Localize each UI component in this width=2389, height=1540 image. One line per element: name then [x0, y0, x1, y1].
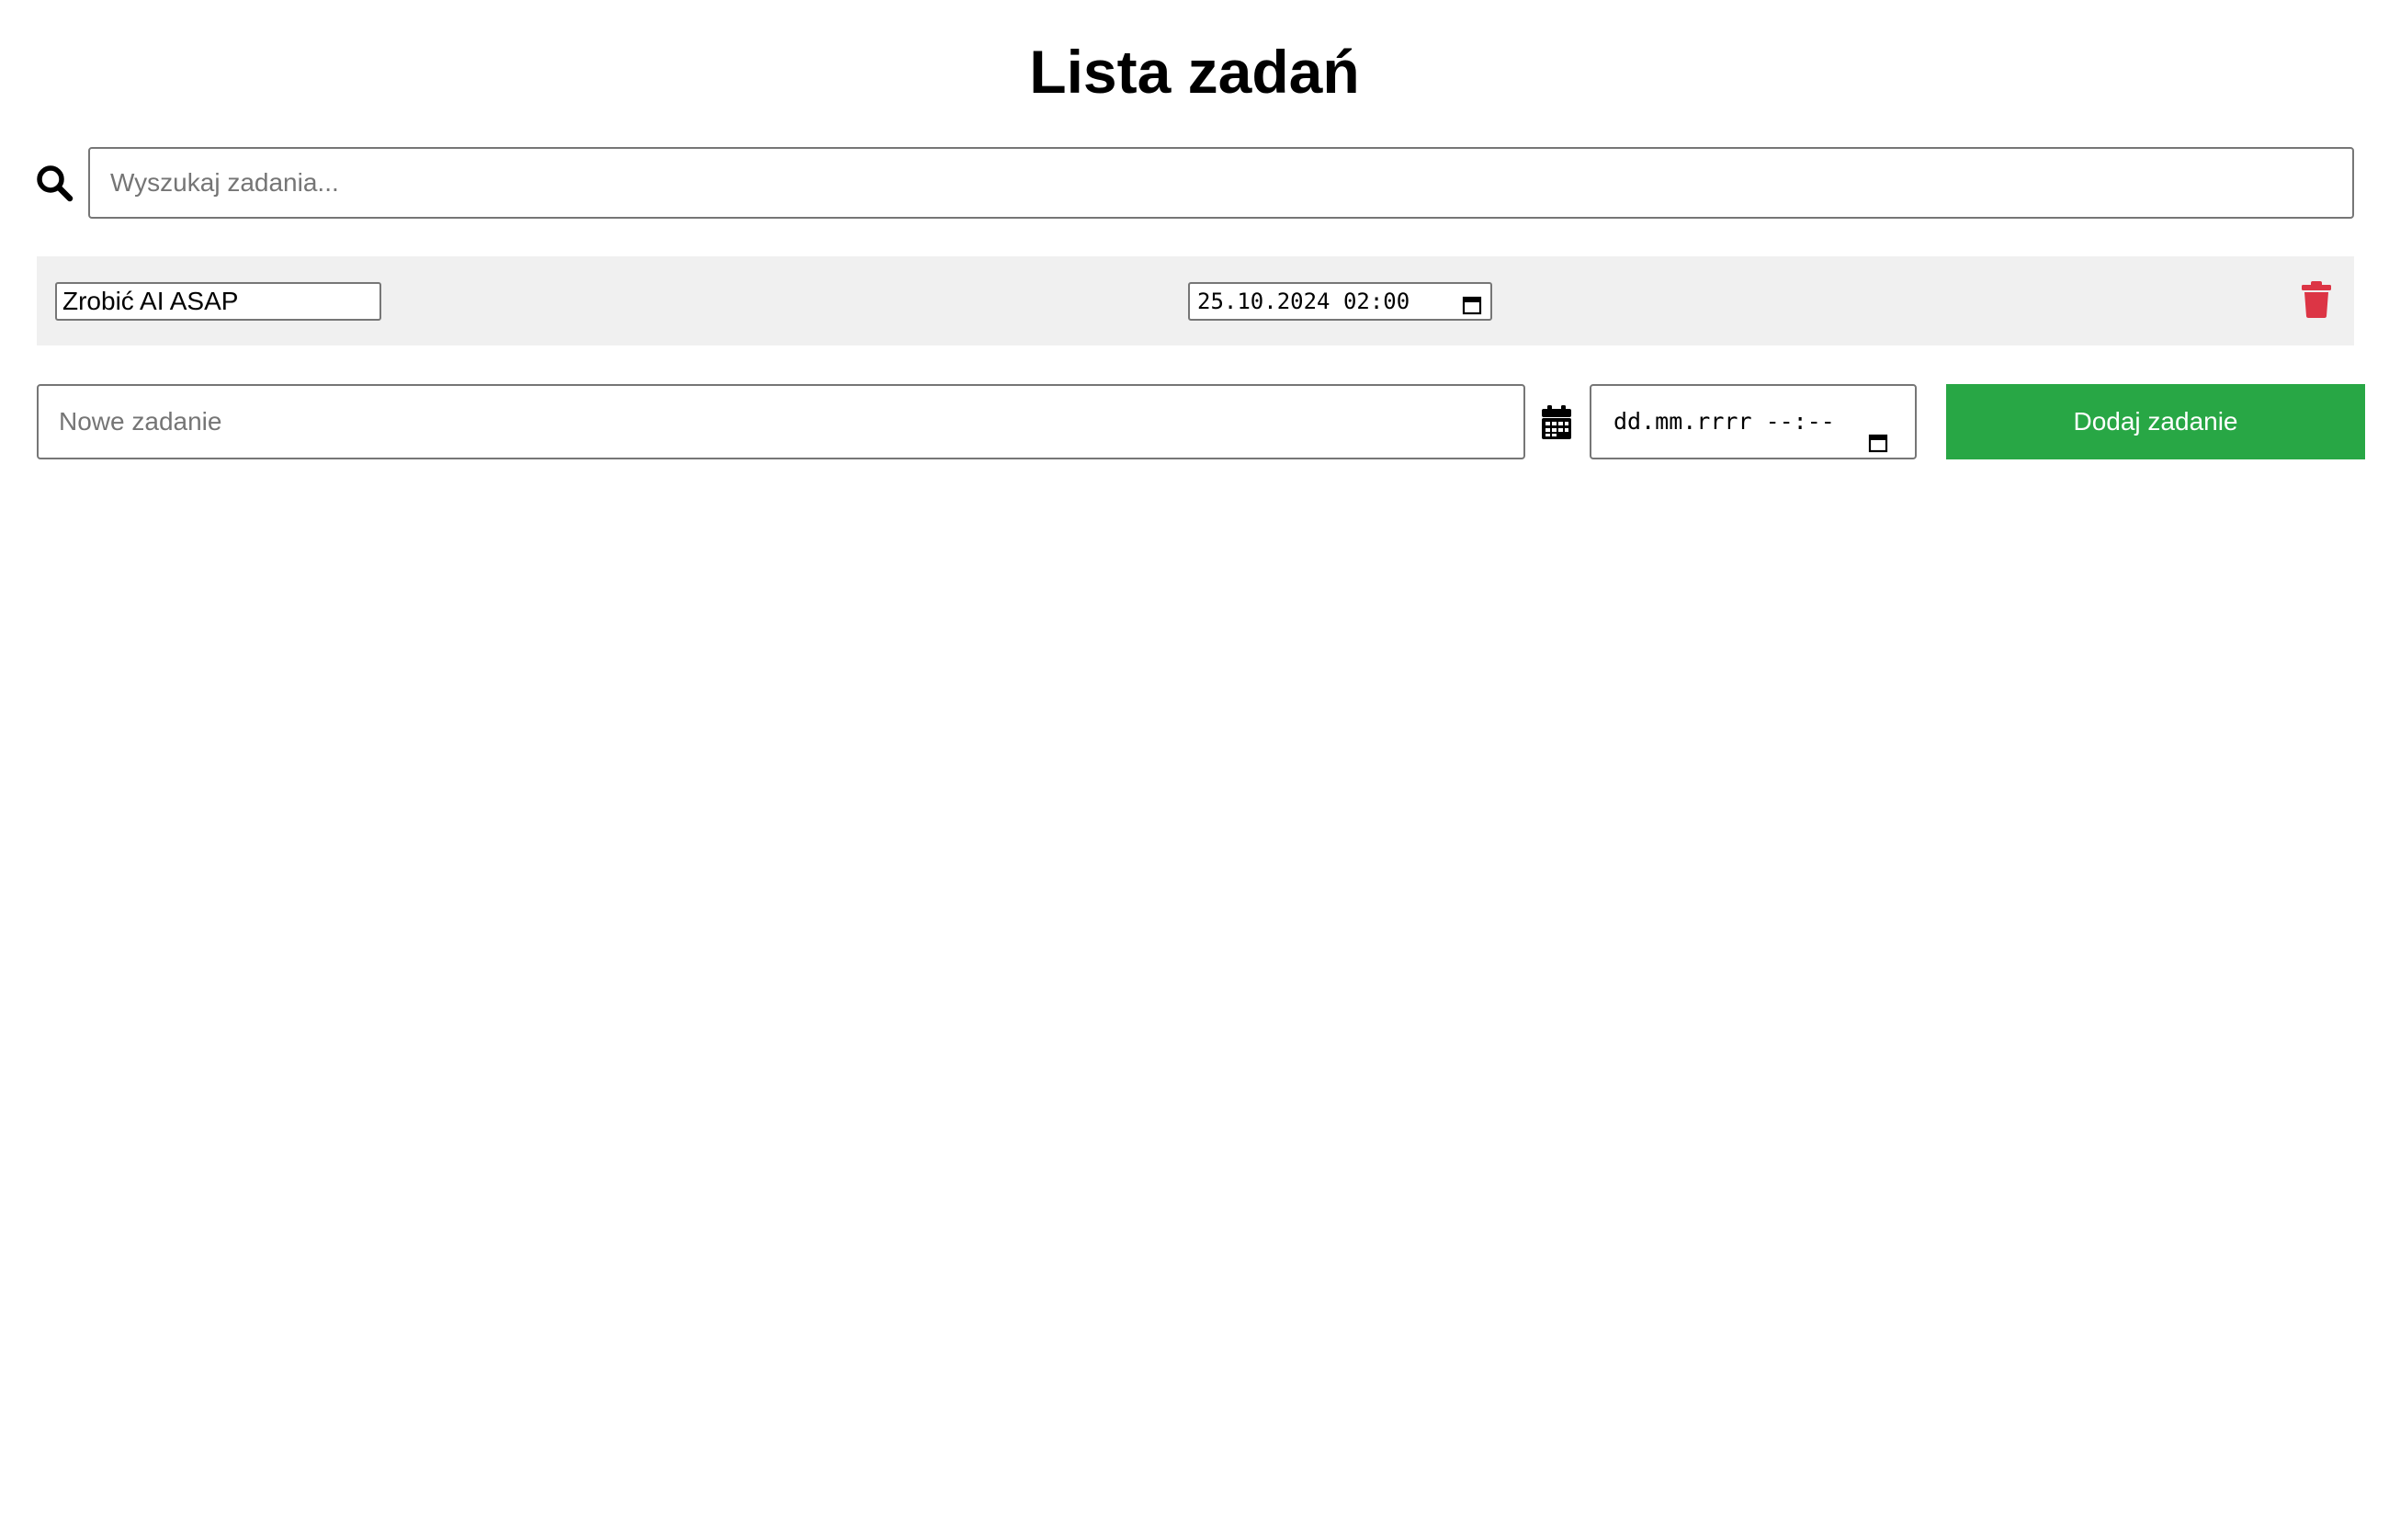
calendar-icon — [1541, 405, 1572, 440]
trash-icon[interactable] — [2301, 280, 2332, 319]
new-task-datetime-input[interactable]: dd.mm.rrrr --:-- — [1590, 384, 1917, 459]
add-task-button[interactable]: Dodaj zadanie — [1946, 384, 2365, 459]
new-task-name-input[interactable] — [37, 384, 1525, 459]
page-title: Lista zadań — [1029, 38, 1360, 106]
task-name-field[interactable]: Zrobić AI ASAP — [55, 282, 381, 321]
task-datetime-value: 25.10.2024 02:00 — [1197, 289, 1410, 314]
new-task-datetime-placeholder: dd.mm.rrrr --:-- — [1613, 408, 1835, 435]
calendar-picker-icon[interactable] — [1867, 411, 1889, 453]
task-list-page: Lista zadań Zrobić AI ASAP 25.10.2024 02… — [0, 0, 2389, 1540]
search-input[interactable] — [88, 147, 2354, 219]
task-datetime-field[interactable]: 25.10.2024 02:00 — [1188, 282, 1492, 321]
task-row: Zrobić AI ASAP 25.10.2024 02:00 — [37, 256, 2354, 345]
calendar-picker-icon[interactable] — [1461, 291, 1483, 315]
search-icon — [35, 164, 74, 202]
